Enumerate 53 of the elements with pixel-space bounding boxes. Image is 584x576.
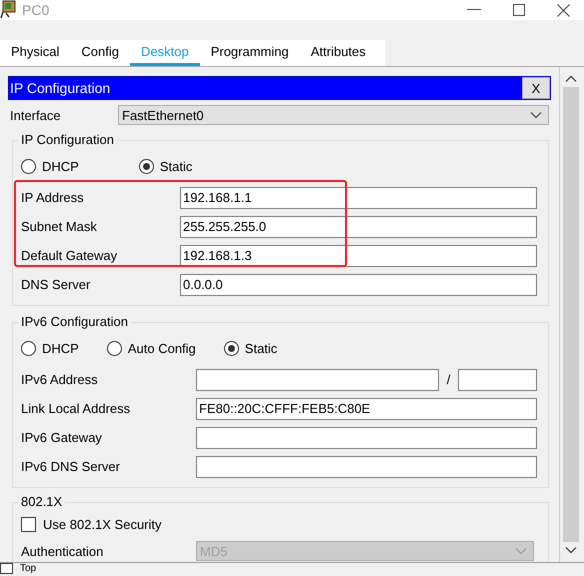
maximize-icon[interactable] (513, 4, 525, 16)
window-title: PC0 (22, 2, 50, 18)
input-field[interactable]: 192.168.1.3 (180, 244, 537, 266)
group-title: IPv6 Configuration (18, 314, 131, 330)
input-field[interactable]: 255.255.255.0 (180, 216, 537, 238)
group-title: IP Configuration (18, 132, 117, 148)
input-field[interactable]: 0.0.0.0 (180, 274, 537, 296)
scrollbar[interactable] (559, 67, 582, 562)
radio-button[interactable] (21, 158, 36, 174)
computer-icon (0, 0, 18, 20)
checkbox-label: Top (20, 563, 36, 574)
tab[interactable]: Attributes (300, 40, 377, 66)
radio-label: DHCP (42, 158, 79, 174)
tab[interactable]: Programming (200, 40, 300, 66)
radio-label: Auto Config (128, 340, 196, 356)
field-label: Default Gateway (21, 248, 118, 263)
close-button[interactable]: X (522, 77, 550, 99)
radio-label: Static (160, 158, 192, 174)
field-label: Interface (9, 108, 62, 122)
close-icon[interactable] (557, 4, 570, 16)
radio-button[interactable] (106, 340, 122, 356)
field-label: Link Local Address (21, 401, 132, 416)
input-field[interactable]: 192.168.1.1 (180, 186, 537, 208)
interface-dropdown[interactable]: FastEthernet0 (118, 105, 549, 125)
chevron-down-icon (530, 111, 542, 119)
radio-button[interactable] (224, 340, 239, 356)
field-label: IPv6 DNS Server (21, 459, 121, 474)
chevron-down-icon (515, 547, 527, 555)
checkbox[interactable] (0, 563, 13, 574)
field-label: IP Address (21, 190, 85, 205)
radio-label: DHCP (42, 340, 79, 356)
field-label: IPv6 Gateway (21, 430, 103, 445)
scroll-up-icon (565, 75, 577, 83)
checkbox-label: Use 802.1X Security (43, 517, 162, 532)
tab[interactable]: Config (70, 40, 130, 66)
tab[interactable]: Physical (0, 40, 70, 66)
radio-label: Static (244, 340, 278, 356)
field-label: DNS Server (21, 277, 92, 292)
prefix-field[interactable] (458, 368, 537, 390)
radio-button[interactable] (138, 158, 154, 174)
input-field[interactable]: FE80::20C:CFFF:FEB5:C80E (196, 398, 537, 420)
field-label: IPv6 Address (21, 372, 99, 387)
input-field[interactable] (196, 456, 537, 478)
panel-title: IP Configuration (10, 80, 110, 96)
checkbox[interactable] (21, 517, 36, 532)
input-field[interactable] (196, 426, 537, 448)
radio-button[interactable] (21, 340, 36, 356)
field-label: Subnet Mask (21, 219, 98, 234)
minimize-icon[interactable] (467, 9, 481, 11)
input-field[interactable] (196, 368, 439, 390)
field-label: Authentication (21, 544, 104, 558)
scroll-down-icon (565, 546, 577, 554)
separator-text: / (446, 372, 452, 387)
